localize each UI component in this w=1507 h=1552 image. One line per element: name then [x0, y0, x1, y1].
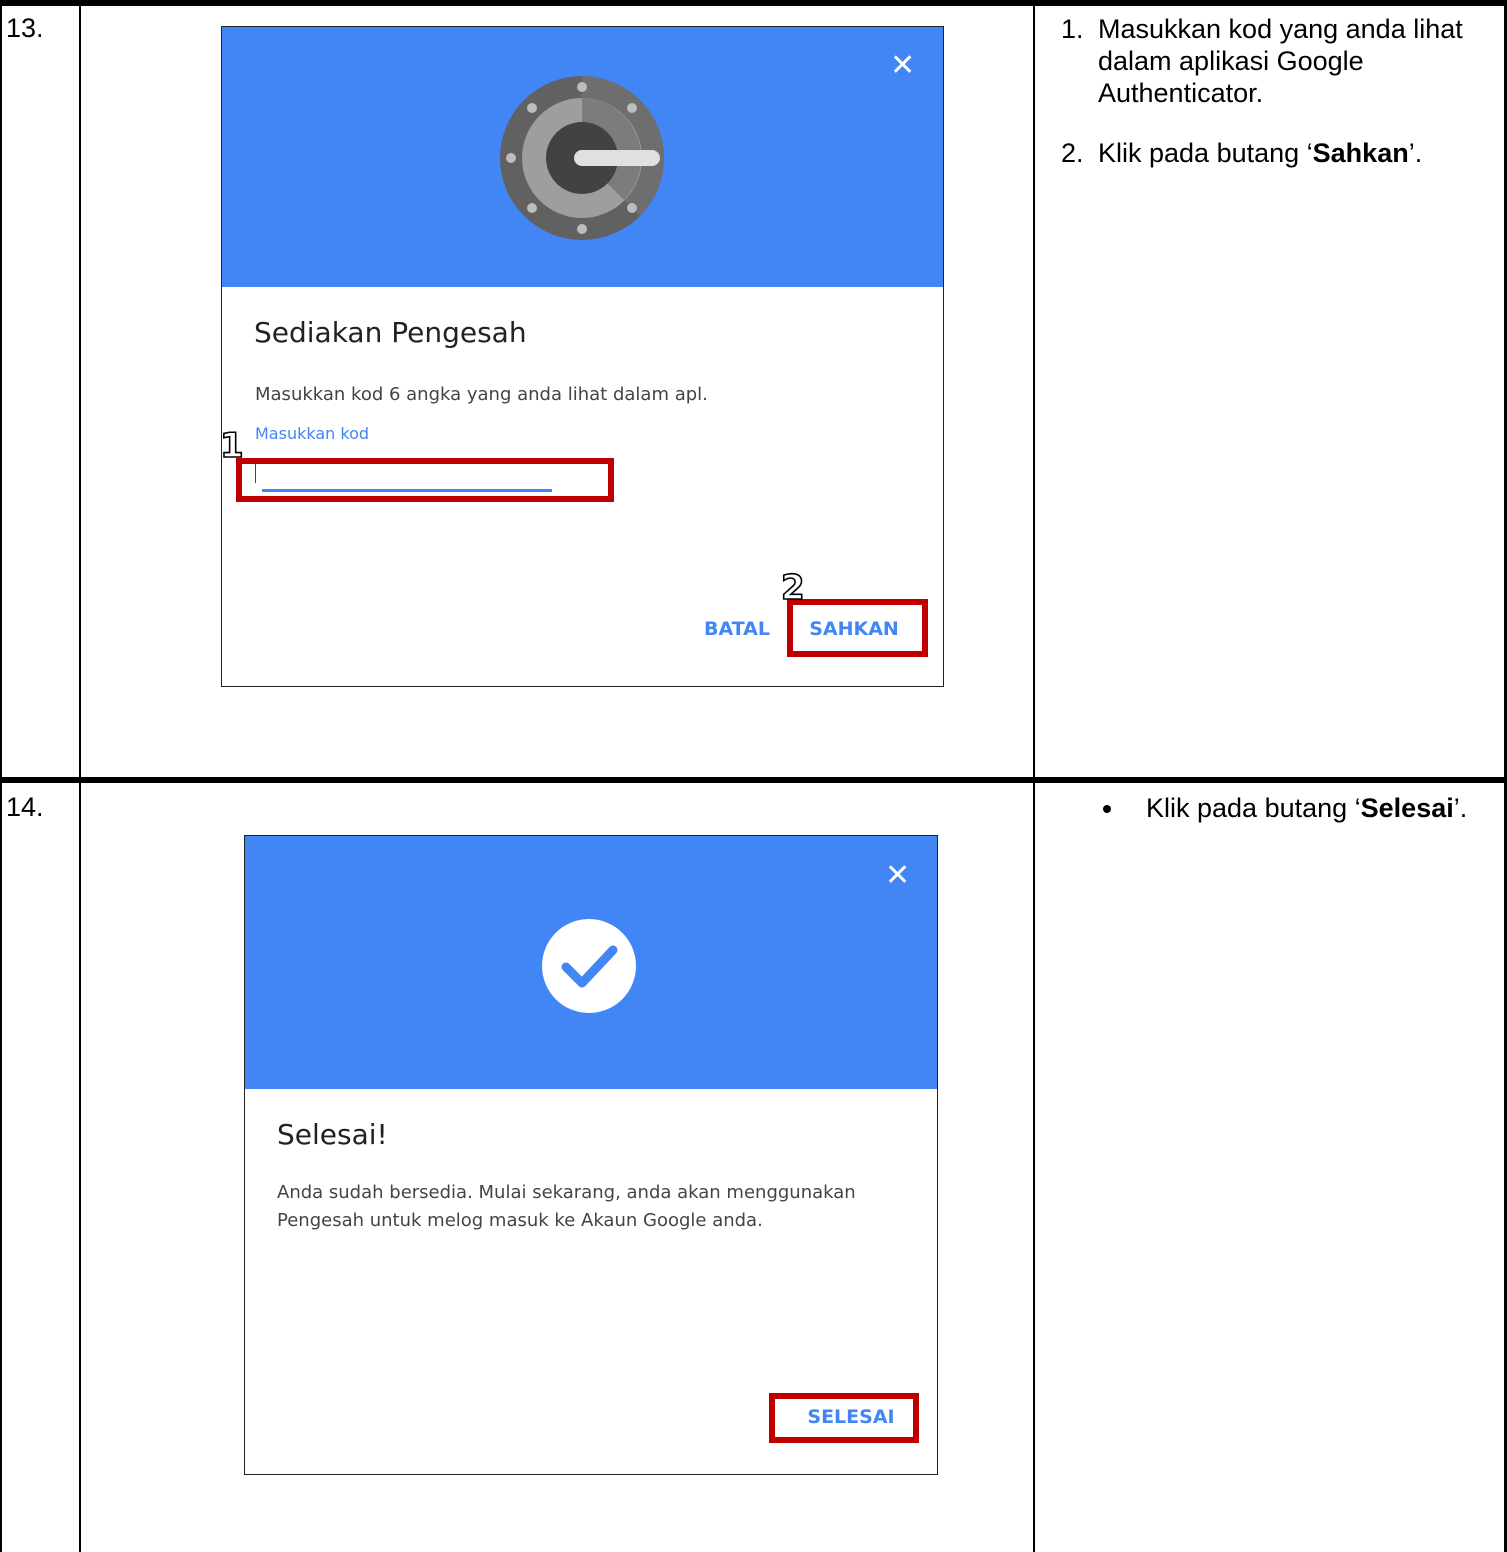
dialog-description: Masukkan kod 6 angka yang anda lihat dal… [255, 384, 708, 405]
instruction-button-name: Selesai [1360, 793, 1454, 823]
row-number: 13. [6, 13, 44, 43]
cancel-button[interactable]: BATAL [692, 618, 782, 640]
row-divider [0, 777, 1507, 783]
row-instructions: Klik pada butang ‘Selesai’. [1061, 792, 1501, 852]
instruction-text: Klik pada butang ‘ [1146, 793, 1361, 823]
instruction-text: ’. [1408, 138, 1423, 168]
dialog-header: ✕ [245, 836, 937, 1089]
close-icon[interactable]: ✕ [890, 51, 915, 81]
table-border-top [0, 0, 1507, 6]
checkmark-circle-icon [542, 919, 636, 1013]
instruction-number: 2. [1061, 138, 1084, 168]
step-marker: 1 [219, 426, 244, 466]
column-divider-2 [1033, 0, 1035, 1552]
dialog-description: Anda sudah bersedia. Mulai sekarang, and… [277, 1182, 856, 1231]
dialog-header: ✕ [222, 27, 943, 287]
instruction-number: 1. [1061, 14, 1084, 44]
instruction-text: Klik pada butang ‘ [1098, 138, 1313, 168]
column-divider-1 [79, 0, 81, 1552]
step-marker: 2 [780, 568, 805, 608]
table-border-left [0, 0, 2, 1552]
code-input-label: Masukkan kod [255, 424, 370, 443]
input-highlight-box [236, 458, 614, 502]
row-instructions: 1. Masukkan kod yang anda lihat dalam ap… [1061, 13, 1501, 197]
instruction-item: 2. Klik pada butang ‘Sahkan’. [1061, 137, 1501, 169]
google-authenticator-logo [500, 76, 664, 240]
bullet-icon [1103, 805, 1111, 813]
row-number: 14. [6, 792, 44, 822]
instruction-item: Klik pada butang ‘Selesai’. [1061, 792, 1501, 824]
confirm-highlight-box [787, 599, 928, 657]
done-highlight-box [769, 1393, 919, 1443]
dialog-title: Sediakan Pengesah [254, 316, 527, 349]
instruction-text: ’. [1453, 793, 1468, 823]
instruction-item: 1. Masukkan kod yang anda lihat dalam ap… [1061, 13, 1501, 109]
close-icon[interactable]: ✕ [885, 861, 910, 891]
dialog-title: Selesai! [277, 1118, 388, 1151]
instruction-table: 13. 14. ✕ Sediakan Pengesah Masukkan kod… [0, 0, 1507, 1552]
instruction-button-name: Sahkan [1312, 138, 1409, 168]
setup-authenticator-dialog: ✕ Sediakan Pengesah Masukkan kod 6 angka… [221, 26, 944, 687]
done-dialog: ✕ Selesai! Anda sudah bersedia. Mulai se… [244, 835, 938, 1475]
instruction-text: Masukkan kod yang anda lihat dalam aplik… [1098, 14, 1463, 108]
